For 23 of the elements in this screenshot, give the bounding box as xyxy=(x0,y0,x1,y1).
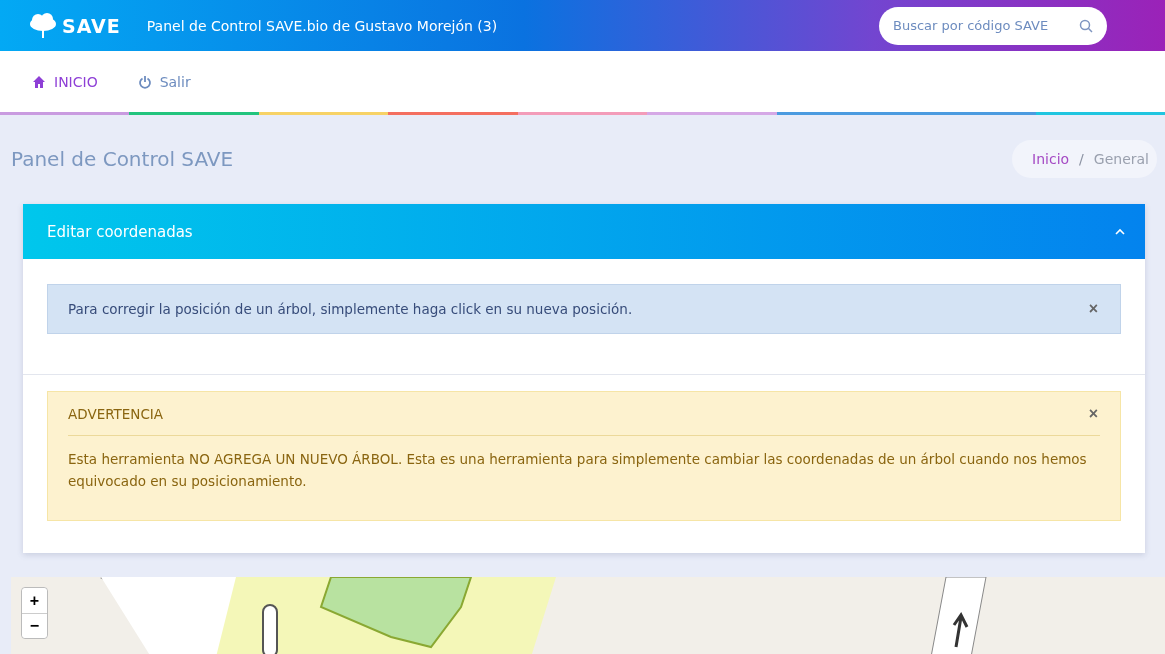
logo-text: SAVE xyxy=(62,14,121,37)
breadcrumb-current: General xyxy=(1093,151,1149,167)
cloud-tree-icon xyxy=(28,12,58,39)
breadcrumb-link[interactable]: Inicio xyxy=(1032,151,1070,167)
nav-link[interactable]: INICIO xyxy=(32,73,98,90)
close-button[interactable]: × xyxy=(1086,300,1100,318)
close-button[interactable]: × xyxy=(1086,405,1100,423)
power-icon xyxy=(137,74,152,89)
chevron-icon xyxy=(1115,228,1125,235)
nav-link[interactable]: Salir xyxy=(137,73,191,90)
alert-text: Esta herramienta NO AGREGA UN NUEVO ÁRBOL. Esta es una herramienta para simplemente cambiar las coordenadas de un árbol cuando nos hemos equivocado en su posicionamiento. xyxy=(67,450,1088,491)
breadcrumb-separator: / xyxy=(1079,151,1084,167)
search-icon xyxy=(1079,18,1093,33)
home-icon xyxy=(32,74,46,89)
search-input[interactable]: Buscar por código SAVE xyxy=(891,17,1079,34)
alert-heading: ADVERTENCIA xyxy=(68,406,164,422)
card-title: Editar coordenadas xyxy=(47,222,193,241)
zoom-button[interactable]: − xyxy=(22,613,47,638)
map-placeholder[interactable]: + − xyxy=(11,577,1165,654)
alert-text: Para corregir la posición de un árbol, simplemente haga click en su nueva posición. xyxy=(68,300,633,319)
search-field[interactable]: Buscar por código SAVE xyxy=(879,6,1107,45)
page-title: Panel de Control SAVE xyxy=(11,147,234,171)
header-title: Panel de Control SAVE.bio de Gustavo Morejón (3) xyxy=(146,17,499,34)
